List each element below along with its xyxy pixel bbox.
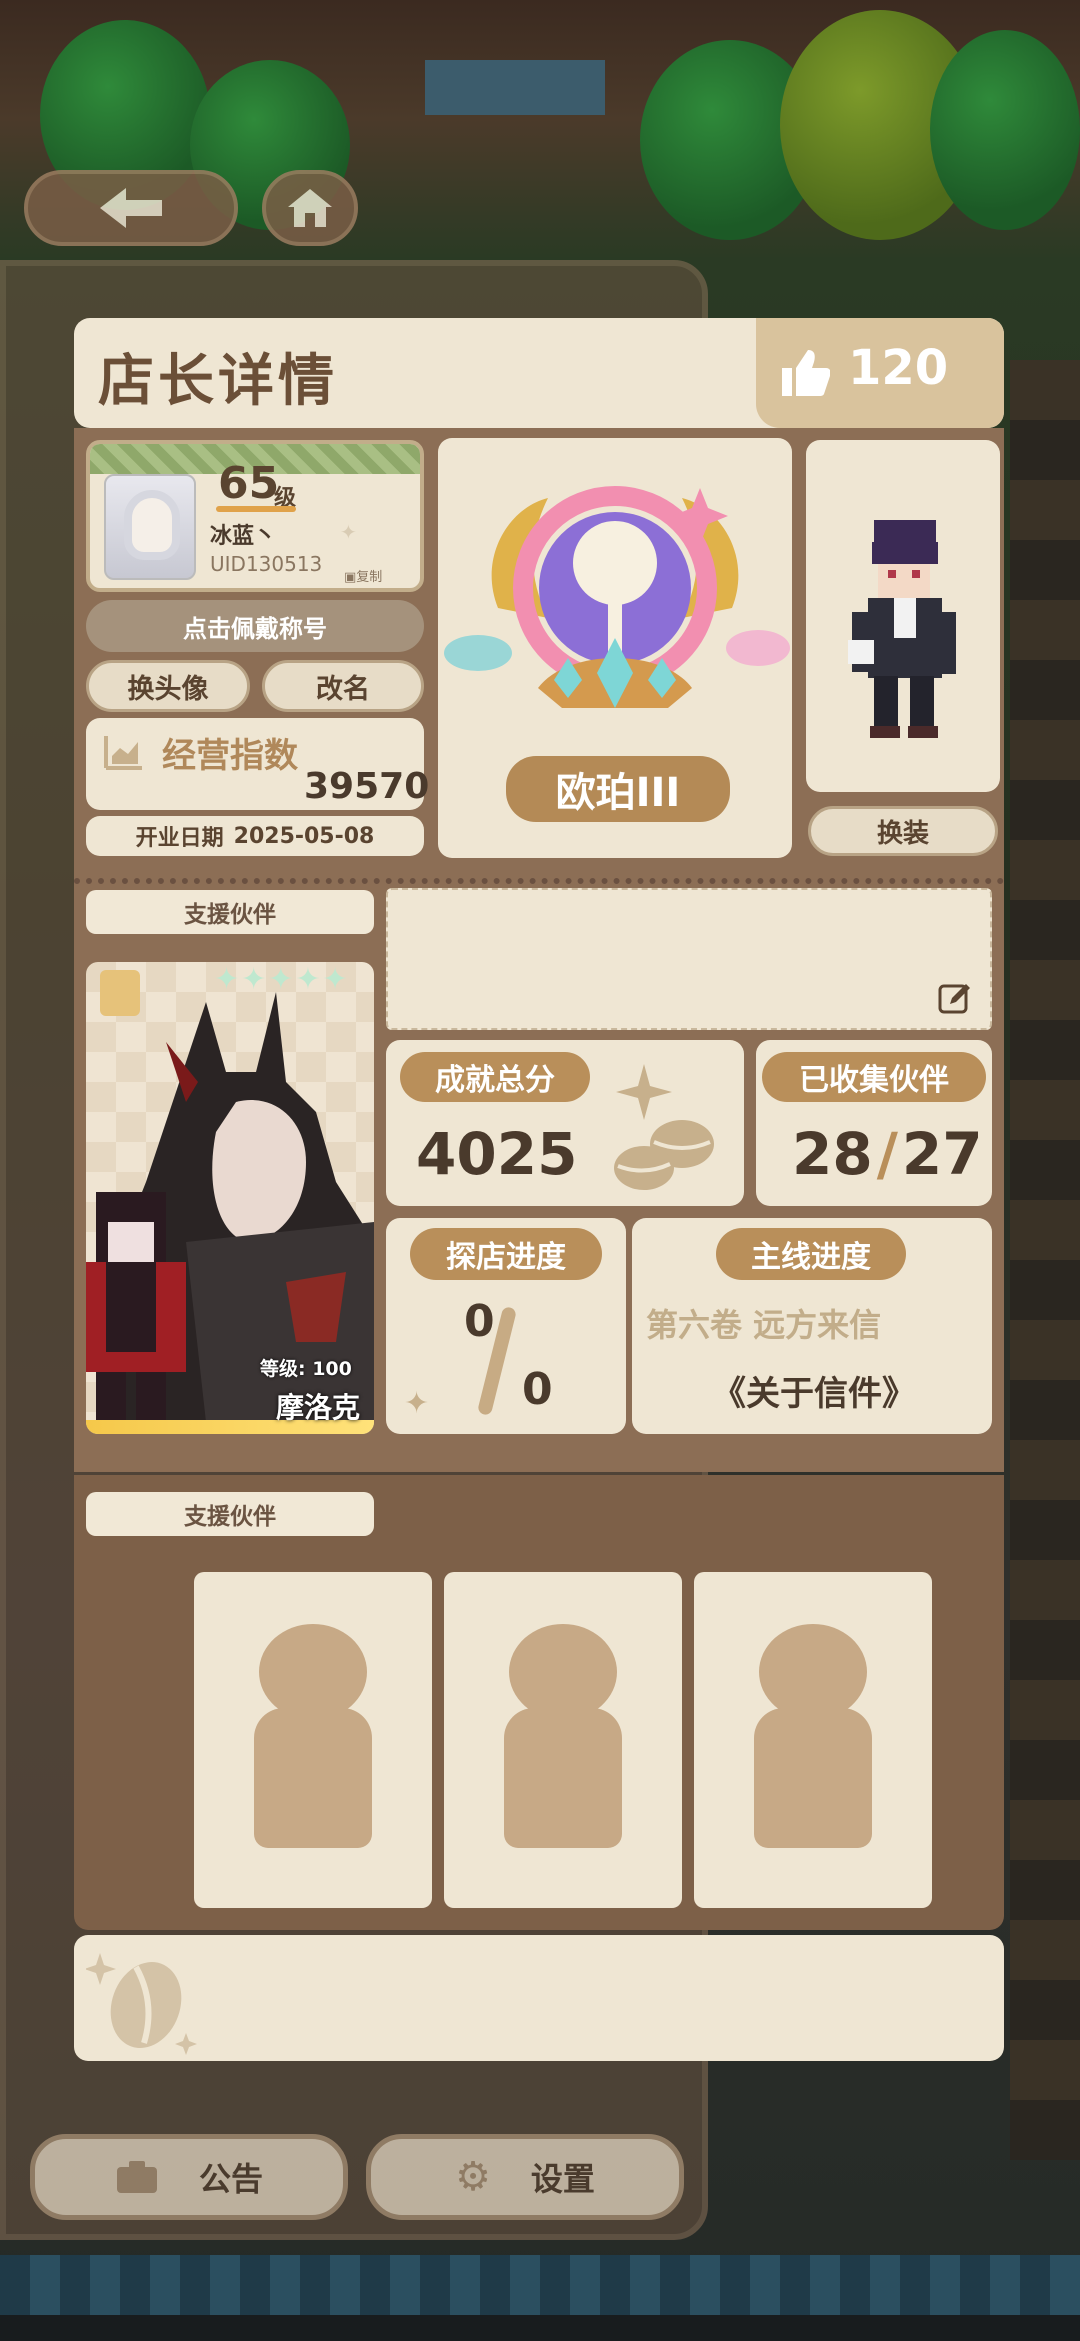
player-uid: UID130513 [210,552,323,576]
story-progress-label: 主线进度 [716,1228,906,1280]
notice-label: 公告 [198,2160,263,2198]
story-chapter: 《关于信件》 [712,1374,916,1414]
partner-sprite [86,1192,186,1422]
partner-name: 摩洛克 [276,1391,361,1424]
achievement-label: 成就总分 [400,1052,590,1102]
rank-badge-icon [444,486,790,708]
home-icon [288,189,332,227]
copy-uid-button[interactable]: ▣复制 [344,566,382,585]
rank-name: 欧珀III [506,756,730,822]
story-volume: 第六卷 远方来信 [646,1306,882,1344]
copy-label: 复制 [356,570,383,585]
change-avatar-button[interactable]: 换头像 [86,660,250,712]
player-level: 65 [218,458,280,509]
achievement-value: 4025 [416,1120,578,1188]
copy-icon: ▣ [344,570,357,585]
collected-progress: 28/27 [792,1120,983,1188]
open-date-value: 2025-05-08 [233,823,375,849]
open-date-row: 开业日期 2025-05-08 [86,816,424,856]
rename-button[interactable]: 改名 [262,660,424,712]
signature-box[interactable] [386,888,992,1030]
partner-slot-1[interactable] [194,1572,432,1908]
partner-slot-3[interactable] [694,1572,932,1908]
business-index-label: 经营指数 [162,736,298,776]
gear-icon: ⚙ [455,2154,491,2200]
visit-progress-label: 探店进度 [410,1228,602,1280]
change-outfit-button[interactable]: 换装 [808,806,998,856]
support-partner-label-2: 支援伙伴 [86,1492,374,1536]
like-count: 120 [848,340,949,396]
collected-total: 27 [901,1120,983,1188]
shopkeeper-sprite [848,520,956,738]
back-button[interactable] [24,170,238,246]
visit-current: 0 [464,1296,495,1347]
settings-label: 设置 [530,2160,595,2198]
empty-partner-icon [759,1624,867,1720]
partner-level: 等级: 100 [260,1358,352,1380]
wear-title-button[interactable]: 点击佩戴称号 [86,600,424,652]
partner-slot-2[interactable] [444,1572,682,1908]
settings-button[interactable]: ⚙ 设置 [366,2134,684,2220]
back-arrow-icon [100,188,162,228]
edit-icon[interactable] [938,982,972,1016]
avatar[interactable] [104,474,196,580]
player-name: 冰蓝丶 [210,524,277,549]
badge-bar [74,1935,1004,2061]
notice-button[interactable]: 公告 [30,2134,348,2220]
empty-partner-icon [509,1624,617,1720]
sparkle-icon: ✦ [404,1386,430,1421]
collected-label: 已收集伙伴 [762,1052,986,1102]
coffee-bean-icon [86,1953,197,2055]
sparkle-icon: ✦ [340,520,357,544]
empty-partner-icon [259,1624,367,1720]
chart-icon [104,736,142,770]
coffee-beans-icon [614,1064,714,1190]
notice-icon [116,2161,157,2193]
level-underline [216,506,296,512]
character-card [806,440,1000,792]
open-date-label: 开业日期 [135,826,224,851]
business-index-value: 39570 [304,766,430,807]
visit-total: 0 [522,1364,553,1415]
collected-slash: / [876,1120,898,1188]
support-partner-label: 支援伙伴 [86,890,374,934]
thumbs-up-icon [782,350,830,396]
page-title: 店长详情 [98,349,338,414]
collected-count: 28 [792,1120,873,1188]
home-button[interactable] [262,170,358,246]
